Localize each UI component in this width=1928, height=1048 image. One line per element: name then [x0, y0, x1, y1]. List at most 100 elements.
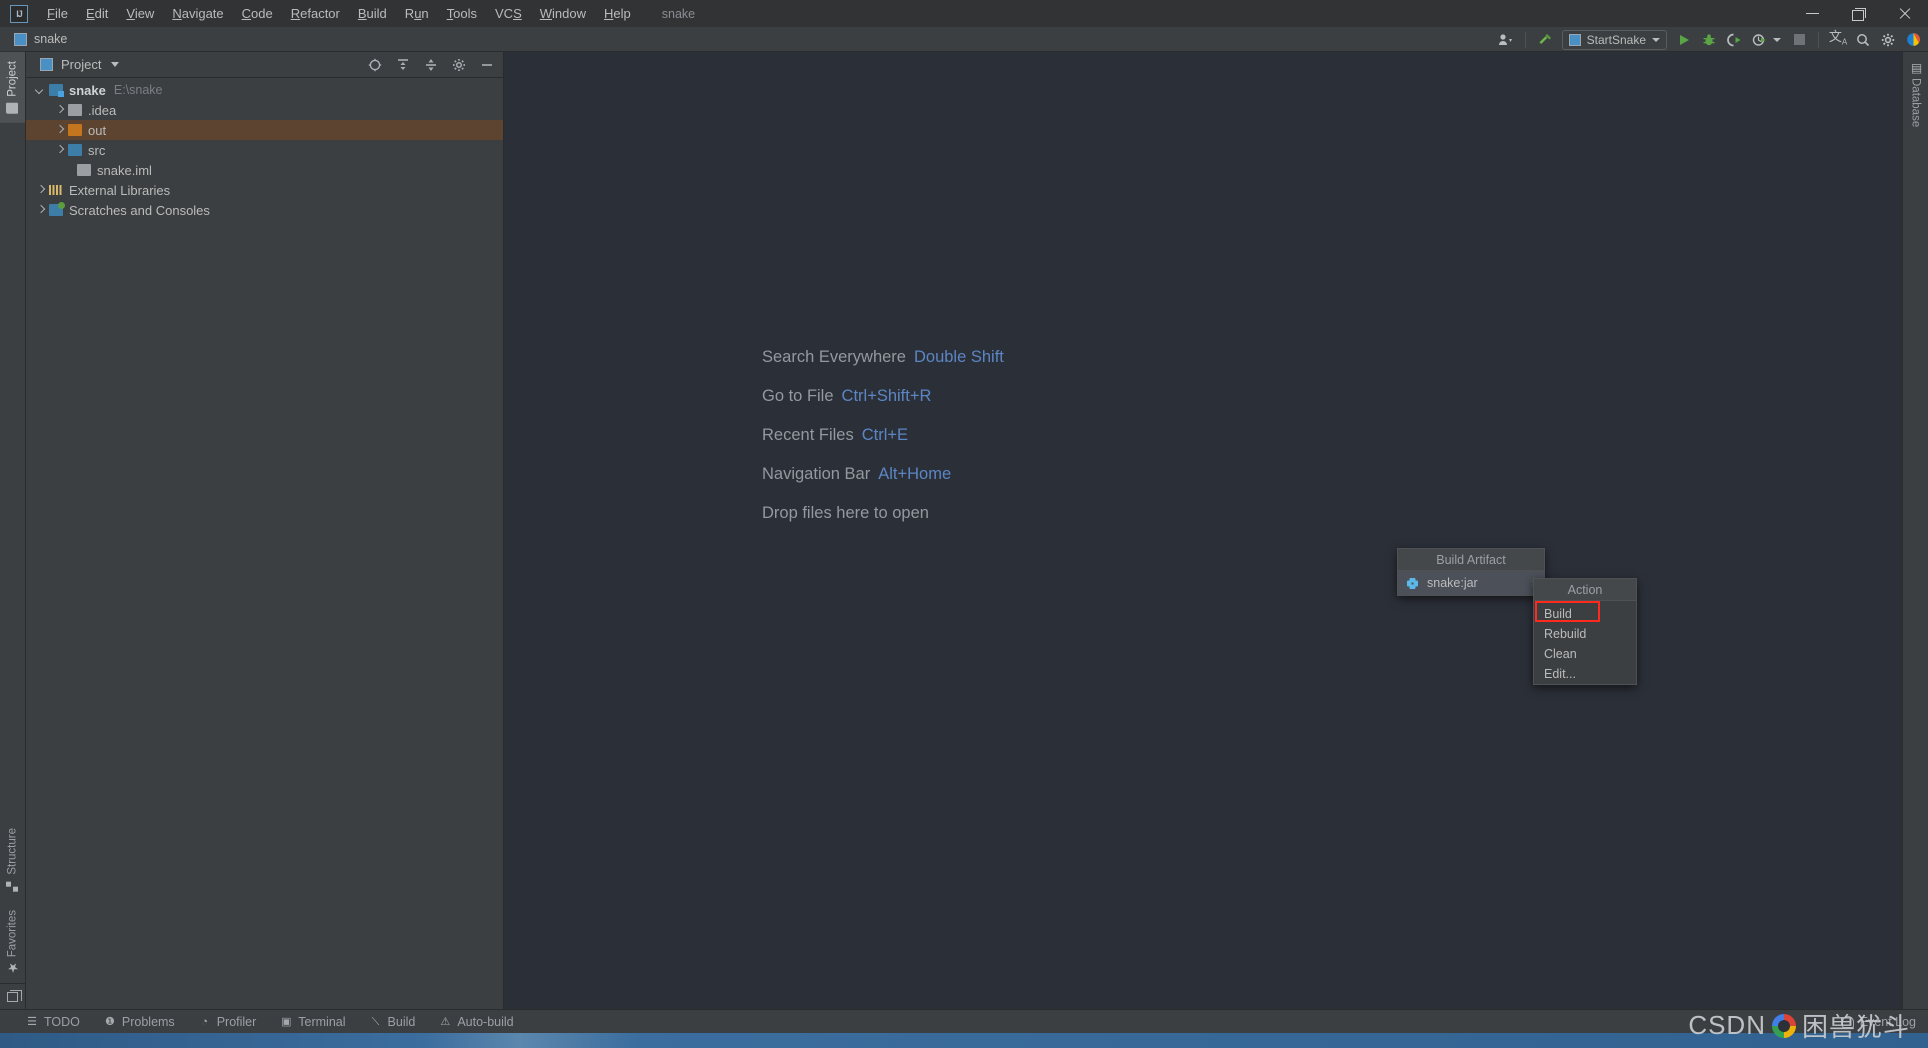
action-submenu: Action Build Rebuild Clean Edit... — [1533, 578, 1637, 685]
settings-gear-icon[interactable] — [449, 55, 469, 75]
chevron-down-icon[interactable] — [36, 86, 45, 95]
warning-triangle-icon: ⚠ — [440, 1015, 451, 1028]
sidebar-item-project-label: Project — [6, 61, 19, 97]
sidebar-item-favorites[interactable]: ★ Favorites — [0, 901, 25, 983]
search-everywhere-icon[interactable] — [1852, 29, 1874, 50]
hide-icon[interactable] — [477, 55, 497, 75]
bottom-tool-stripe: ☰ TODO ❶ Problems ◔ Profiler ▣ Terminal … — [0, 1009, 1928, 1033]
sidebar-item-project[interactable]: Project — [0, 52, 25, 123]
run-coverage-icon[interactable] — [1723, 29, 1745, 50]
menu-bar: File Edit View Navigate Code Refactor Bu… — [38, 0, 640, 27]
menu-item-run[interactable]: Run — [396, 0, 438, 27]
left-tool-stripe: Project Structure ★ Favorites — [0, 52, 26, 1009]
todo-list-icon: ☰ — [27, 1015, 37, 1028]
chevron-right-icon[interactable] — [55, 126, 64, 135]
tree-row-src[interactable]: src — [26, 140, 503, 160]
sidebar-item-database[interactable]: ▤ Database — [1903, 52, 1928, 136]
tree-label: src — [88, 142, 106, 158]
chevron-right-icon[interactable] — [36, 186, 45, 195]
sidebar-item-structure[interactable]: Structure — [0, 819, 25, 901]
windows-taskbar[interactable] — [0, 1033, 1928, 1048]
hint-navigation-bar: Navigation Bar Alt+Home — [762, 465, 1004, 484]
action-item-label: Clean — [1544, 647, 1577, 661]
debug-icon[interactable] — [1698, 29, 1720, 50]
run-configuration-selector[interactable]: StartSnake — [1561, 29, 1667, 50]
menu-item-navigate[interactable]: Navigate — [163, 0, 232, 27]
toolbar-separator — [1524, 31, 1526, 48]
menu-item-tools[interactable]: Tools — [438, 0, 486, 27]
sidebar-item-structure-label: Structure — [6, 828, 19, 875]
bottom-tab-auto-build[interactable]: ⚠ Auto-build — [427, 1010, 525, 1034]
bottom-tab-profiler[interactable]: ◔ Profiler — [187, 1010, 269, 1034]
hint-drop-files: Drop files here to open — [762, 504, 1004, 523]
tree-row-snake[interactable]: snake E:\snake — [26, 80, 503, 100]
run-icon[interactable] — [1673, 29, 1695, 50]
hint-shortcut: Ctrl+Shift+R — [841, 387, 932, 405]
restore-layout-icon[interactable] — [0, 983, 25, 1009]
action-item-rebuild[interactable]: Rebuild — [1534, 624, 1636, 644]
maximize-icon[interactable] — [1836, 0, 1882, 27]
ide-assistant-icon[interactable] — [1902, 29, 1924, 50]
build-artifact-popup: Build Artifact snake:jar › — [1397, 548, 1545, 596]
action-item-label: Build — [1544, 607, 1572, 621]
build-hammer-icon[interactable] — [1534, 29, 1556, 50]
minimize-icon[interactable] — [1790, 0, 1836, 27]
tree-label: snake.iml — [97, 162, 152, 178]
event-log-button[interactable]: Event Log — [1841, 1015, 1916, 1029]
build-artifact-item-snake-jar[interactable]: snake:jar › — [1398, 571, 1544, 595]
bottom-tab-label: Terminal — [298, 1014, 346, 1029]
action-item-edit[interactable]: Edit... — [1534, 664, 1636, 684]
menu-item-edit[interactable]: Edit — [77, 0, 117, 27]
translate-icon[interactable]: 文A — [1827, 29, 1849, 50]
chevron-down-icon[interactable] — [111, 62, 120, 67]
hint-label: Go to File — [762, 387, 834, 405]
tree-row-external-libraries[interactable]: External Libraries — [26, 180, 503, 200]
project-panel-toolbar — [365, 55, 497, 75]
module-icon — [14, 32, 27, 46]
bottom-tab-terminal[interactable]: ▣ Terminal — [268, 1010, 357, 1034]
menu-item-view[interactable]: View — [117, 0, 163, 27]
menu-item-window[interactable]: Window — [531, 0, 595, 27]
settings-gear-icon[interactable] — [1877, 29, 1899, 50]
action-item-clean[interactable]: Clean — [1534, 644, 1636, 664]
tree-row-out[interactable]: out — [26, 120, 503, 140]
project-tree[interactable]: snake E:\snake .idea out src snake.iml E… — [26, 78, 503, 1009]
tree-row-scratches-and-consoles[interactable]: Scratches and Consoles — [26, 200, 503, 220]
menu-item-file[interactable]: File — [38, 0, 77, 27]
intellij-idea-logo: IJ — [10, 4, 28, 23]
chevron-right-icon[interactable] — [55, 146, 64, 155]
hint-label: Recent Files — [762, 426, 854, 444]
expand-all-icon[interactable] — [393, 55, 413, 75]
profile-dropdown-chevron-icon[interactable] — [1773, 37, 1781, 42]
menu-item-code[interactable]: Code — [233, 0, 282, 27]
action-item-build[interactable]: Build — [1534, 604, 1636, 624]
build-artifact-popup-title: Build Artifact — [1398, 549, 1544, 571]
sidebar-item-favorites-label: Favorites — [6, 909, 19, 957]
menu-item-refactor[interactable]: Refactor — [282, 0, 349, 27]
tree-row-idea[interactable]: .idea — [26, 100, 503, 120]
bottom-tab-build[interactable]: ⟍ Build — [358, 1010, 428, 1034]
editor-empty-area: Search Everywhere Double Shift Go to File… — [504, 52, 1902, 1009]
project-tool-window: Project snake E:\snake .idea out src sna… — [26, 52, 504, 1009]
stop-icon[interactable] — [1788, 29, 1810, 50]
hint-label: Drop files here to open — [762, 504, 929, 522]
tree-label: Scratches and Consoles — [69, 202, 210, 218]
close-icon[interactable] — [1882, 0, 1928, 27]
collapse-all-icon[interactable] — [421, 55, 441, 75]
select-opened-file-icon[interactable] — [365, 55, 385, 75]
menu-item-build[interactable]: Build — [349, 0, 396, 27]
tree-row-snake-iml[interactable]: snake.iml — [26, 160, 503, 180]
breadcrumb[interactable]: snake — [14, 32, 67, 46]
hint-shortcut: Double Shift — [913, 348, 1004, 366]
menu-item-help[interactable]: Help — [595, 0, 640, 27]
profile-icon[interactable] — [1748, 29, 1770, 50]
bottom-tab-todo[interactable]: ☰ TODO — [14, 1010, 92, 1034]
chevron-down-icon — [1652, 37, 1660, 42]
chevron-right-icon[interactable] — [36, 206, 45, 215]
bottom-tab-problems[interactable]: ❶ Problems — [92, 1010, 187, 1034]
chevron-right-icon[interactable] — [55, 106, 64, 115]
project-panel-header: Project — [26, 52, 503, 78]
menu-item-vcs[interactable]: VCS — [486, 0, 531, 27]
ide-window: IJ File Edit View Navigate Code Refactor… — [0, 0, 1928, 1033]
user-avatar-icon[interactable] — [1495, 29, 1517, 50]
